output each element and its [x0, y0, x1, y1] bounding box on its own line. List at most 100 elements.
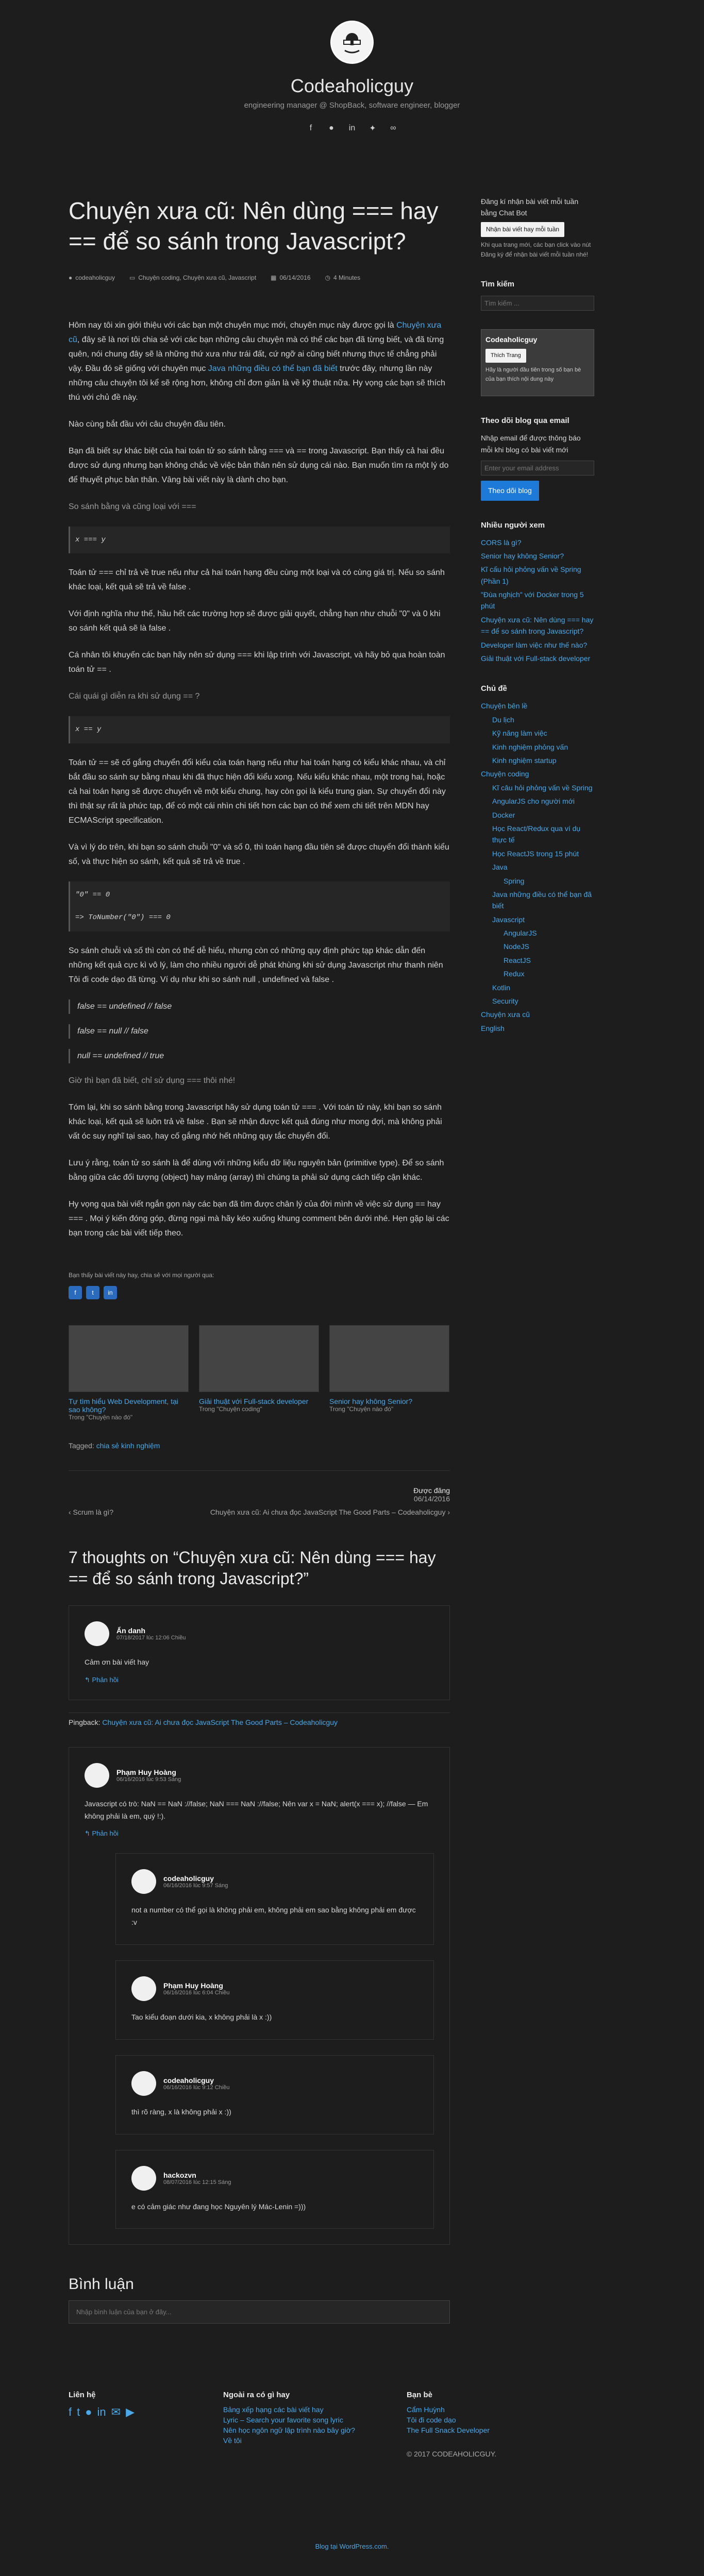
comment-date[interactable]: 07/18/2017 lúc 12:06 Chiều — [116, 1635, 186, 1641]
github-icon[interactable]: ● — [85, 2405, 92, 2419]
footer-link[interactable]: Bảng xếp hạng các bài viết hay — [223, 2405, 324, 2414]
related-thumbnail[interactable] — [199, 1325, 319, 1392]
topic-link[interactable]: NodeJS — [504, 942, 529, 951]
comment-author: Ẩn danh — [116, 1626, 145, 1635]
topic-link[interactable]: Kinh nghiệm phỏng vấn — [492, 743, 568, 751]
comment-date[interactable]: 06/16/2016 lúc 9:57 Sáng — [163, 1883, 228, 1889]
footer-link[interactable]: Cẩm Huỳnh — [407, 2405, 445, 2414]
linkedin-share-icon[interactable]: in — [104, 1285, 117, 1299]
facebook-icon[interactable]: f — [306, 123, 316, 133]
site-logo[interactable] — [330, 21, 374, 64]
link-icon[interactable]: ∞ — [388, 123, 398, 133]
topic-link[interactable]: Spring — [504, 877, 524, 885]
site-title[interactable]: Codeaholicguy — [0, 75, 704, 97]
popular-link[interactable]: Kĩ cấu hỏi phỏng vấn về Spring (Phần 1) — [481, 565, 581, 585]
popular-link[interactable]: Chuyện xưa cũ: Nên dùng === hay == để so… — [481, 616, 593, 635]
comment-author: Phạm Huy Hoàng — [116, 1768, 176, 1776]
respond-title: Bình luận — [69, 2276, 134, 2293]
topic-link[interactable]: Kinh nghiệm startup — [492, 756, 557, 765]
facebook-icon[interactable]: f — [69, 2405, 72, 2419]
search-input[interactable] — [481, 296, 594, 311]
footer-link[interactable]: Tôi đi code dạo — [407, 2416, 456, 2424]
popular-link[interactable]: Developer làm việc như thế nào? — [481, 641, 587, 649]
topic-link[interactable]: Chuyện bên lề — [481, 702, 527, 710]
reply-link[interactable]: ↰ Phản hồi — [85, 1676, 434, 1684]
topic-link[interactable]: AngularJS — [504, 929, 537, 937]
footer-friends: Bạn bè Cẩm Huỳnh Tôi đi code dạo The Ful… — [407, 2391, 496, 2460]
related-title[interactable]: Giải thuật với Full-stack developer — [199, 1397, 308, 1405]
popular-link[interactable]: Giải thuật với Full-stack developer — [481, 654, 590, 663]
topic-link[interactable]: English — [481, 1024, 505, 1032]
topic-link[interactable]: Docker — [492, 811, 515, 819]
comment-author: codeaholicguy — [163, 1874, 214, 1883]
topic-link[interactable]: Chuyện xưa cũ — [481, 1010, 530, 1019]
prev-post-link[interactable]: ‹ Scrum là gì? — [69, 1508, 113, 1516]
related-post[interactable]: Tự tìm hiểu Web Development, tại sao khô… — [69, 1325, 189, 1421]
topic-link[interactable]: AngularJS cho người mới — [492, 797, 575, 805]
footer-link[interactable]: The Full Snack Developer — [407, 2426, 490, 2434]
facebook-widget: Codeaholicguy Thích Trang Hãy là người đ… — [481, 329, 594, 397]
search-widget: Tìm kiếm — [481, 278, 594, 311]
comment-input[interactable]: Nhập bình luận của bạn ở đây... — [69, 2300, 450, 2324]
popular-link[interactable]: CORS là gì? — [481, 538, 522, 547]
series-link-java[interactable]: Java những điều có thể bạn đã biết — [208, 364, 338, 373]
comment-date[interactable]: 06/16/2016 lúc 9:53 Sáng — [116, 1776, 181, 1783]
twitter-share-icon[interactable]: t — [86, 1285, 99, 1299]
related-title[interactable]: Tự tìm hiểu Web Development, tại sao khô… — [69, 1397, 178, 1414]
topic-link[interactable]: Du lịch — [492, 716, 514, 724]
email-field[interactable] — [481, 461, 594, 476]
footer-link[interactable]: Nên học ngôn ngữ lập trình nào bây giờ? — [223, 2426, 355, 2434]
related-thumbnail[interactable] — [69, 1325, 189, 1392]
pingback-link[interactable]: Chuyện xưa cũ: Ai chưa đọc JavaScript Th… — [102, 1718, 338, 1726]
date-meta[interactable]: ▦ 06/14/2016 — [271, 274, 310, 281]
related-thumbnail[interactable] — [329, 1325, 449, 1392]
twitter-icon[interactable]: ✦ — [367, 123, 378, 133]
youtube-icon[interactable]: ▶ — [126, 2405, 135, 2419]
footer-link[interactable]: Về tôi — [223, 2436, 242, 2445]
fb-like-button[interactable]: Thích Trang — [485, 348, 526, 363]
facebook-share-icon[interactable]: f — [69, 1285, 82, 1299]
topic-link[interactable]: Kĩ câu hỏi phỏng vấn về Spring — [492, 784, 593, 792]
github-icon[interactable]: ● — [326, 123, 337, 133]
topic-link[interactable]: ReactJS — [504, 956, 531, 964]
linkedin-icon[interactable]: in — [347, 123, 357, 133]
topic-link[interactable]: Học React/Redux qua ví dụ thực tế — [492, 824, 580, 844]
footer-contact: Liên hệ f t ● in ✉ ▶ — [69, 2391, 172, 2460]
comment-date[interactable]: 08/07/2016 lúc 12:15 Sáng — [163, 2179, 231, 2185]
related-title[interactable]: Senior hay không Senior? — [329, 1397, 412, 1405]
author-meta[interactable]: ● codeaholicguy — [69, 274, 115, 281]
twitter-icon[interactable]: t — [77, 2405, 80, 2419]
topic-link[interactable]: Redux — [504, 970, 524, 978]
related-post[interactable]: Senior hay không Senior? Trong "Chuyện nà… — [329, 1325, 449, 1421]
page: Codeaholicguy engineering manager @ Shop… — [0, 0, 704, 2571]
topic-link[interactable]: Kỹ năng làm việc — [492, 729, 547, 737]
email-icon[interactable]: ✉ — [111, 2405, 121, 2419]
quote-line: false == null // false — [69, 1024, 450, 1039]
related-post[interactable]: Giải thuật với Full-stack developer Trong… — [199, 1325, 319, 1421]
credit-link[interactable]: Blog tại WordPress.com. — [315, 2543, 389, 2550]
notify-button[interactable]: Nhận bài viết hay mỗi tuần — [481, 222, 565, 237]
comment-date[interactable]: 06/16/2016 lúc 9:12 Chiều — [163, 2084, 229, 2091]
topic-link[interactable]: Chuyện coding — [481, 770, 529, 778]
follow-button[interactable]: Theo dõi blog — [481, 481, 539, 501]
topic-link[interactable]: Kotlin — [492, 984, 510, 992]
facebook-page-card[interactable]: Codeaholicguy Thích Trang Hãy là người đ… — [481, 329, 594, 397]
topic-link[interactable]: Security — [492, 997, 518, 1005]
main-content: Chuyện xưa cũ: Nên dùng === hay == để so… — [69, 196, 450, 2324]
tag-link[interactable]: chia sẻ kinh nghiệm — [96, 1442, 160, 1450]
topic-link[interactable]: Java những điều có thể bạn đã biết — [492, 890, 592, 910]
popular-link[interactable]: "Đùa nghịch" với Docker trong 5 phút — [481, 590, 584, 610]
footer-link[interactable]: Lyric – Search your favorite song lyric — [223, 2416, 343, 2424]
categories-meta[interactable]: ▭ Chuyện coding, Chuyện xưa cũ, Javascrip… — [129, 274, 256, 281]
fb-page-name[interactable]: Codeaholicguy — [485, 334, 590, 345]
topic-link[interactable]: Học ReactJS trong 15 phút — [492, 850, 579, 858]
linkedin-icon[interactable]: in — [97, 2405, 106, 2419]
popular-link[interactable]: Senior hay không Senior? — [481, 552, 564, 560]
next-post-link[interactable]: Chuyện xưa cũ: Ai chưa đọc JavaScript Th… — [210, 1508, 450, 1516]
follow-widget: Theo dõi blog qua email Nhập email để đư… — [481, 415, 594, 501]
topic-link[interactable]: Java — [492, 863, 508, 871]
comment-date[interactable]: 06/16/2016 lúc 6:04 Chiều — [163, 1990, 229, 1996]
comment-body: not a number có thể gọi là không phải em… — [131, 1906, 416, 1927]
topic-link[interactable]: Javascript — [492, 916, 525, 924]
reply-link[interactable]: ↰ Phản hồi — [85, 1829, 434, 1838]
